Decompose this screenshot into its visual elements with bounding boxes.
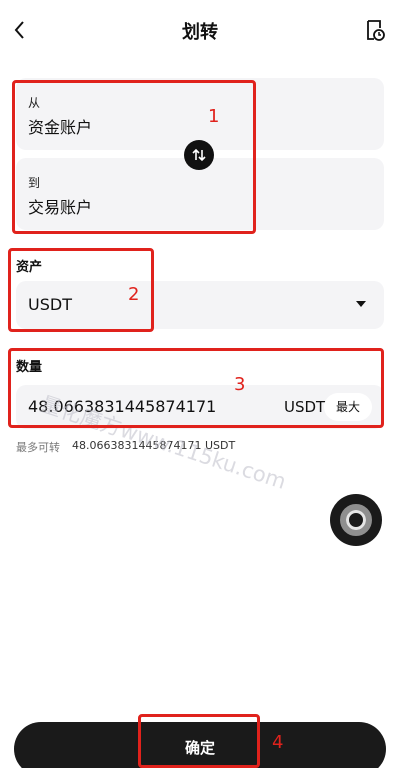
page-title: 划转: [182, 22, 218, 43]
to-label: 到: [28, 176, 41, 190]
annotation-number-4: 4: [272, 732, 284, 753]
annotation-number-1: 1: [208, 106, 220, 127]
to-account-value: 交易账户: [28, 198, 93, 217]
floating-assistive-button[interactable]: [330, 494, 382, 546]
amount-label: 数量: [16, 360, 43, 375]
annotation-number-3: 3: [234, 374, 246, 395]
assistive-inner-ring: [346, 510, 366, 530]
amount-value: 48.0663831445874171: [28, 397, 217, 416]
history-button[interactable]: [364, 18, 386, 44]
available-value: 48.0663831445874171 USDT: [72, 439, 236, 452]
history-clock-icon: [367, 20, 385, 41]
caret-down-icon: [356, 301, 366, 307]
amount-input[interactable]: 48.0663831445874171 USDT 最大: [16, 385, 384, 429]
from-account-value: 资金账户: [28, 118, 93, 137]
asset-value: USDT: [28, 295, 72, 314]
available-label: 最多可转: [16, 441, 60, 454]
amount-unit: USDT: [284, 398, 326, 416]
header-bar: 划转: [0, 0, 400, 62]
asset-label: 资产: [16, 260, 43, 275]
swap-accounts-button[interactable]: [184, 140, 214, 170]
annotation-number-2: 2: [128, 284, 140, 305]
from-label: 从: [28, 96, 41, 110]
max-button[interactable]: 最大: [324, 393, 372, 421]
confirm-button[interactable]: 确定: [14, 722, 386, 768]
swap-arrows-icon: [192, 148, 206, 162]
asset-select[interactable]: USDT: [16, 281, 384, 329]
